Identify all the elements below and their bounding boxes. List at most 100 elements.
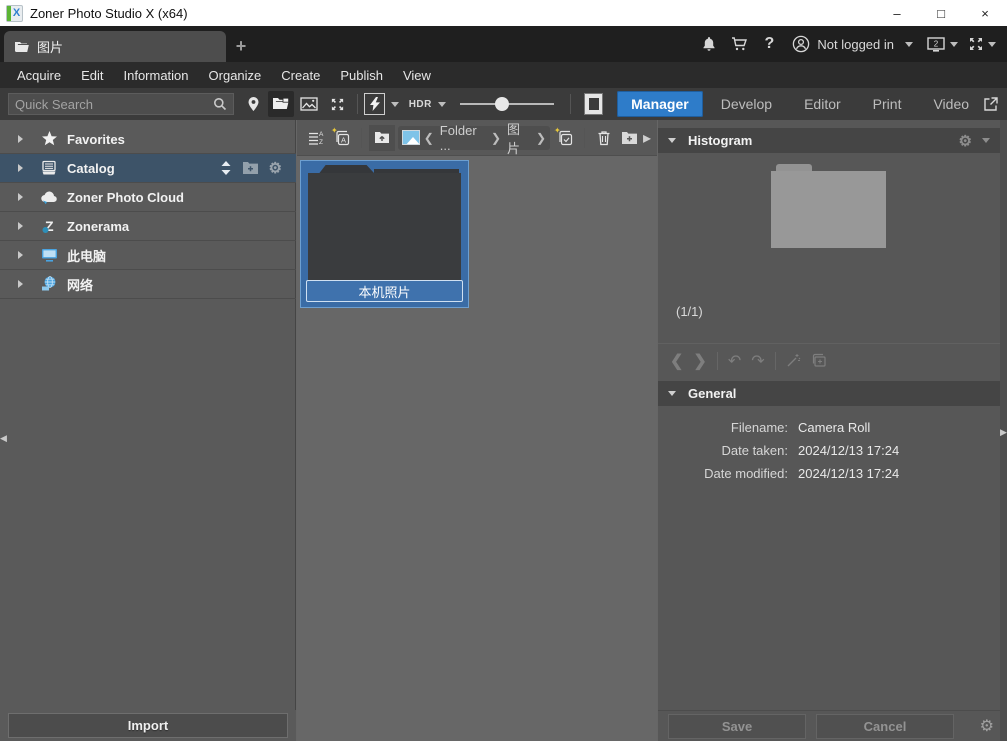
menu-publish[interactable]: Publish <box>331 64 392 87</box>
hdr-dropdown-icon[interactable] <box>438 102 446 107</box>
sort-az-icon[interactable]: AZ <box>304 125 328 151</box>
folder-tile-selected[interactable]: 本机照片 <box>300 160 469 308</box>
flash-auto-adjust-icon[interactable] <box>364 93 384 115</box>
breadcrumb-current[interactable]: 图片 <box>505 119 532 157</box>
minimize-button[interactable]: – <box>875 0 919 26</box>
hdr-label[interactable]: HDR <box>409 99 432 110</box>
histogram-settings-gear-icon[interactable]: ⚙ <box>959 132 972 150</box>
meta-value: 2024/12/13 17:24 <box>798 443 899 458</box>
account-menu[interactable]: Not logged in <box>786 35 919 53</box>
menu-edit[interactable]: Edit <box>72 64 112 87</box>
catalog-settings-gear-icon[interactable]: ⚙ <box>269 159 282 177</box>
next-image-icon[interactable]: ❯ <box>693 351 706 371</box>
breadcrumb-separator-icon[interactable]: ❯ <box>491 131 501 145</box>
gps-pin-icon[interactable] <box>240 91 266 117</box>
breadcrumb-forward-icon[interactable]: ❯ <box>536 131 546 145</box>
breadcrumb-folder[interactable]: Folder ... <box>438 123 487 153</box>
expander-icon[interactable] <box>18 164 23 172</box>
delete-trash-icon[interactable] <box>592 125 616 151</box>
expander-icon[interactable] <box>18 193 23 201</box>
meta-label: Date modified: <box>658 466 788 481</box>
mode-editor[interactable]: Editor <box>790 91 855 117</box>
prev-image-icon[interactable]: ❮ <box>670 351 683 371</box>
maximize-button[interactable]: □ <box>919 0 963 26</box>
menu-organize[interactable]: Organize <box>200 64 271 87</box>
sidebar-item-label: Zoner Photo Cloud <box>67 190 184 205</box>
sidebar-item-zoner-photo-cloud[interactable]: Zoner Photo Cloud <box>0 183 296 212</box>
collapse-left-panel-handle[interactable]: ◀ <box>0 425 7 451</box>
import-button[interactable]: Import <box>8 713 288 738</box>
breadcrumb-back-icon[interactable]: ❮ <box>424 131 434 145</box>
thumbnail-size-toggle[interactable] <box>584 93 603 115</box>
expander-icon[interactable] <box>18 135 23 143</box>
mode-video[interactable]: Video <box>919 91 983 117</box>
expander-icon[interactable] <box>18 280 23 288</box>
zoom-slider[interactable] <box>460 93 554 115</box>
mode-print[interactable]: Print <box>859 91 916 117</box>
menu-create[interactable]: Create <box>272 64 329 87</box>
open-external-icon[interactable] <box>983 96 999 112</box>
browser-toolbar: AZ ✦ A ❮ Folder ... ❯ 图片 ❯ ✦ <box>297 120 657 156</box>
monitor-layout-button[interactable]: 2 <box>923 31 961 57</box>
save-button[interactable]: Save <box>668 714 806 739</box>
expander-icon[interactable] <box>18 222 23 230</box>
menu-information[interactable]: Information <box>114 64 197 87</box>
add-to-stack-icon[interactable] <box>811 353 827 368</box>
menu-view[interactable]: View <box>394 64 440 87</box>
sidebar-item-network[interactable]: 网络 <box>0 270 296 299</box>
account-label: Not logged in <box>817 37 894 52</box>
menu-bar: Acquire Edit Information Organize Create… <box>0 62 1007 88</box>
quick-search[interactable] <box>8 93 234 115</box>
new-folder-icon[interactable] <box>618 125 642 151</box>
sidebar-item-this-pc[interactable]: 此电脑 <box>0 241 296 270</box>
preview-view-button[interactable] <box>296 91 322 117</box>
meta-row-filename: Filename: Camera Roll <box>658 416 1000 439</box>
slider-handle[interactable] <box>495 97 509 111</box>
close-button[interactable]: × <box>963 0 1007 26</box>
chevron-down-icon[interactable] <box>982 138 990 143</box>
main-toolbar: HDR Manager Develop Editor Print Video <box>0 88 1007 120</box>
zonerama-icon: Z <box>39 218 59 234</box>
folder-tab-icon <box>14 40 30 53</box>
collapse-right-panel-handle[interactable]: ▶ <box>1000 120 1007 741</box>
svg-text:A: A <box>319 131 324 138</box>
flash-dropdown-icon[interactable] <box>391 102 399 107</box>
main-area: Favorites Catalog ⚙ <box>0 120 1007 741</box>
auto-enhance-wand-icon[interactable] <box>786 353 801 368</box>
mode-tabs: Manager Develop Editor Print Video <box>617 91 983 117</box>
chevron-down-icon <box>950 42 958 47</box>
general-section-header[interactable]: General <box>658 381 1000 406</box>
toolbar-more-icon[interactable]: ▸ <box>643 128 651 148</box>
histogram-section-header[interactable]: Histogram ⚙ <box>658 128 1000 153</box>
fullscreen-button[interactable] <box>965 31 999 57</box>
search-input[interactable] <box>15 97 213 112</box>
new-tab-button[interactable]: + <box>226 31 256 62</box>
folder-up-icon[interactable] <box>369 125 395 151</box>
rotate-right-icon[interactable]: ↷ <box>751 351 764 371</box>
mode-manager[interactable]: Manager <box>617 91 703 117</box>
quick-filter-icon[interactable]: ✦ A <box>330 125 354 151</box>
expander-icon[interactable] <box>18 251 23 259</box>
cancel-button[interactable]: Cancel <box>816 714 954 739</box>
rotate-left-icon[interactable]: ↶ <box>728 351 741 371</box>
mode-develop[interactable]: Develop <box>707 91 786 117</box>
sort-order-icon[interactable] <box>220 161 232 175</box>
fullscreen-view-button[interactable] <box>324 91 350 117</box>
actions-settings-gear-icon[interactable]: ⚙ <box>980 716 994 736</box>
menu-acquire[interactable]: Acquire <box>8 64 70 87</box>
help-icon[interactable]: ? <box>756 31 782 57</box>
notifications-bell-icon[interactable] <box>696 31 722 57</box>
tab-bar: 图片 + ? Not logged in 2 <box>0 26 1007 62</box>
sidebar-item-zonerama[interactable]: Z Zonerama <box>0 212 296 241</box>
sidebar-item-catalog[interactable]: Catalog ⚙ <box>0 154 296 183</box>
sidebar-item-label: 网络 <box>67 275 93 294</box>
breadcrumb-thumbnail-icon[interactable] <box>402 130 420 145</box>
shop-cart-icon[interactable] <box>726 31 752 57</box>
browser-view-button[interactable] <box>268 91 294 117</box>
tab-pictures[interactable]: 图片 <box>4 31 226 62</box>
sidebar-item-label: Zonerama <box>67 219 129 234</box>
sidebar-item-favorites[interactable]: Favorites <box>0 125 296 154</box>
quick-select-icon[interactable]: ✦ <box>553 125 577 151</box>
add-folder-icon[interactable] <box>242 161 259 175</box>
sidebar-item-label: 此电脑 <box>67 246 106 265</box>
